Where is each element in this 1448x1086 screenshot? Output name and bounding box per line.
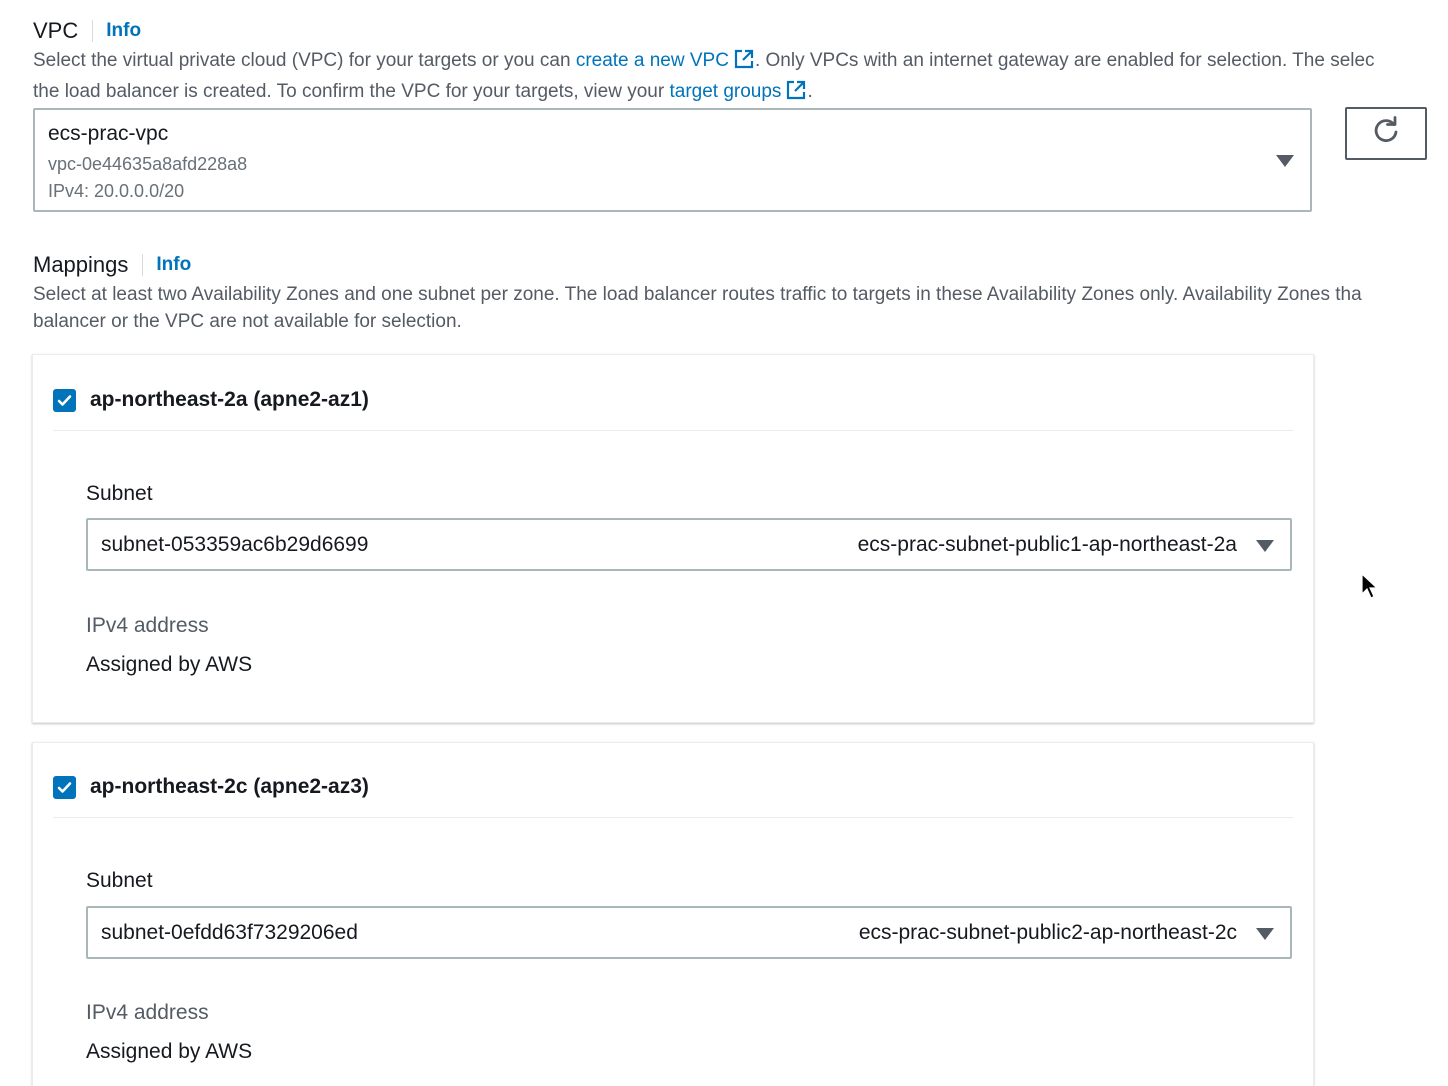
ipv4-address-value: Assigned by AWS [86, 653, 253, 676]
availability-zone-header: ap-northeast-2a (apne2-az1) [53, 388, 369, 412]
card-divider [53, 817, 1293, 818]
vpc-header: VPC Info [33, 18, 141, 44]
vpc-description: Select the virtual private cloud (VPC) f… [33, 47, 1448, 109]
refresh-vpc-button[interactable] [1345, 107, 1427, 160]
availability-zone-card: ap-northeast-2a (apne2-az1) Subnet subne… [32, 354, 1314, 723]
availability-zone-header: ap-northeast-2c (apne2-az3) [53, 775, 369, 799]
mouse-cursor-icon [1361, 572, 1379, 606]
vpc-desc-text: the load balancer is created. To confirm… [33, 81, 670, 102]
subnet-name: ecs-prac-subnet-public2-ap-northeast-2c [858, 921, 1237, 944]
vpc-selected-id: vpc-0e44635a8afd228a8 [48, 154, 248, 174]
caret-down-icon [1276, 155, 1294, 167]
caret-down-icon [1256, 540, 1274, 552]
vpc-desc-text: Select the virtual private cloud (VPC) f… [33, 50, 576, 71]
external-link-icon [785, 79, 807, 109]
mappings-title: Mappings [33, 252, 129, 277]
header-separator [142, 254, 144, 276]
mappings-header: Mappings Info [33, 252, 191, 278]
subnet-label: Subnet [86, 869, 153, 892]
subnet-select[interactable]: subnet-053359ac6b29d6699 ecs-prac-subnet… [86, 518, 1292, 571]
mappings-description-line-2: balancer or the VPC are not available fo… [33, 311, 462, 332]
vpc-select[interactable]: ecs-prac-vpc vpc-0e44635a8afd228a8 IPv4:… [33, 108, 1312, 212]
mappings-info-link[interactable]: Info [156, 254, 191, 276]
availability-zone-label: ap-northeast-2c (apne2-az3) [90, 775, 369, 798]
subnet-id: subnet-0efdd63f7329206ed [101, 921, 358, 944]
vpc-desc-text: . Only VPCs with an internet gateway are… [754, 50, 1375, 71]
availability-zone-label: ap-northeast-2a (apne2-az1) [90, 388, 369, 411]
availability-zone-card: ap-northeast-2c (apne2-az3) Subnet subne… [32, 742, 1314, 1086]
subnet-select[interactable]: subnet-0efdd63f7329206ed ecs-prac-subnet… [86, 906, 1292, 959]
create-vpc-link[interactable]: create a new VPC [576, 50, 729, 71]
vpc-description-line-2: the load balancer is created. To confirm… [33, 78, 1448, 109]
subnet-name: ecs-prac-subnet-public1-ap-northeast-2a [857, 533, 1237, 556]
check-icon [57, 781, 72, 793]
target-groups-link[interactable]: target groups [669, 81, 781, 102]
card-divider [53, 430, 1293, 431]
external-link-icon [733, 48, 755, 78]
header-separator [92, 20, 94, 42]
load-balancer-network-mapping: VPC Info Select the virtual private clou… [0, 0, 1448, 1086]
vpc-description-line-1: Select the virtual private cloud (VPC) f… [33, 47, 1448, 78]
subnet-label: Subnet [86, 482, 153, 505]
vpc-desc-text: . [807, 81, 813, 102]
subnet-id: subnet-053359ac6b29d6699 [101, 533, 369, 556]
check-icon [57, 394, 72, 406]
vpc-title: VPC [33, 18, 79, 43]
vpc-selected-name: ecs-prac-vpc [48, 122, 169, 145]
mappings-description-line-1: Select at least two Availability Zones a… [33, 284, 1362, 305]
mappings-description: Select at least two Availability Zones a… [33, 281, 1448, 335]
ipv4-address-label: IPv4 address [86, 1001, 209, 1024]
availability-zone-checkbox[interactable] [53, 388, 76, 412]
caret-down-icon [1256, 928, 1274, 940]
vpc-info-link[interactable]: Info [106, 20, 141, 42]
refresh-icon [1370, 115, 1402, 152]
availability-zone-checkbox[interactable] [53, 775, 76, 799]
ipv4-address-value: Assigned by AWS [86, 1040, 253, 1063]
vpc-selected-cidr: IPv4: 20.0.0.0/20 [48, 181, 185, 201]
ipv4-address-label: IPv4 address [86, 614, 209, 637]
